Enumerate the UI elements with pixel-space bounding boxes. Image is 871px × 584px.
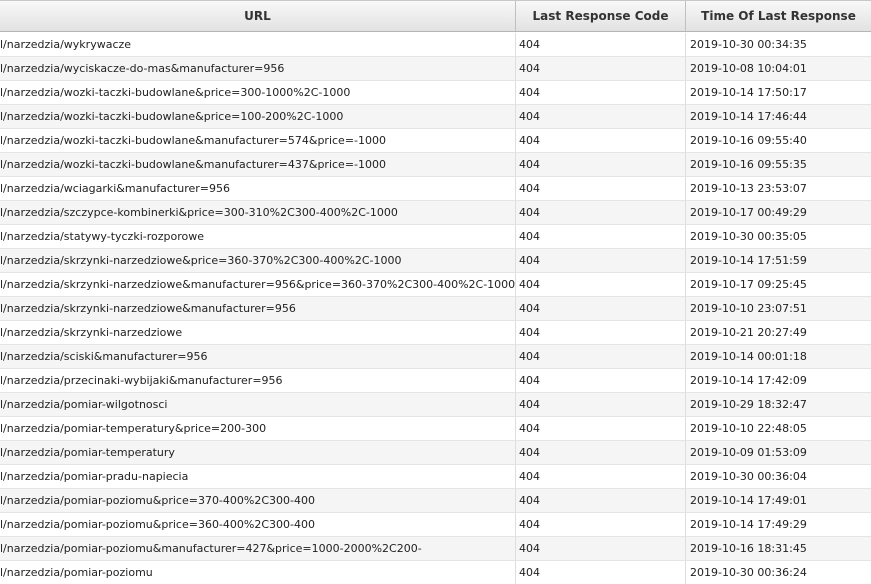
cell-response-code: 404 bbox=[516, 57, 686, 80]
cell-response-time: 2019-10-14 17:49:29 bbox=[690, 518, 807, 531]
cell-response-time: 2019-10-14 17:46:44 bbox=[690, 110, 807, 123]
table-row[interactable]: l/narzedzia/wozki-taczki-budowlane&price… bbox=[0, 81, 871, 105]
cell-url: l/narzedzia/pomiar-poziomu&manufacturer=… bbox=[0, 537, 516, 560]
cell-url: l/narzedzia/pomiar-poziomu bbox=[0, 561, 516, 584]
cell-url: l/narzedzia/skrzynki-narzedziowe&price=3… bbox=[0, 249, 516, 272]
cell-response-code: 404 bbox=[516, 105, 686, 128]
cell-response-code: 404 bbox=[516, 561, 686, 584]
cell-response-time: 2019-10-09 01:53:09 bbox=[690, 446, 807, 459]
cell-response-time: 2019-10-14 17:51:59 bbox=[690, 254, 807, 267]
cell-response-time: 2019-10-16 18:31:45 bbox=[690, 542, 807, 555]
table-header: URL Last Response Code Time Of Last Resp… bbox=[0, 0, 871, 32]
cell-response-time: 2019-10-30 00:36:04 bbox=[690, 470, 807, 483]
cell-response-code: 404 bbox=[516, 225, 686, 248]
cell-url: l/narzedzia/sciski&manufacturer=956 bbox=[0, 345, 516, 368]
cell-response-time: 2019-10-08 10:04:01 bbox=[690, 62, 807, 75]
cell-response-code: 404 bbox=[516, 129, 686, 152]
cell-url: l/narzedzia/pomiar-poziomu&price=360-400… bbox=[0, 513, 516, 536]
cell-response-code: 404 bbox=[516, 321, 686, 344]
table-row[interactable]: l/narzedzia/pomiar-poziomu&price=360-400… bbox=[0, 513, 871, 537]
cell-response-time: 2019-10-14 17:42:09 bbox=[690, 374, 807, 387]
cell-response-time: 2019-10-21 20:27:49 bbox=[690, 326, 807, 339]
cell-url: l/narzedzia/wozki-taczki-budowlane&manuf… bbox=[0, 129, 516, 152]
cell-response-time: 2019-10-30 00:35:05 bbox=[690, 230, 807, 243]
table-row[interactable]: l/narzedzia/pomiar-temperatury&price=200… bbox=[0, 417, 871, 441]
cell-response-time: 2019-10-30 00:36:24 bbox=[690, 566, 807, 579]
column-header-time-of-last-response[interactable]: Time Of Last Response bbox=[686, 1, 871, 31]
cell-url: l/narzedzia/wciagarki&manufacturer=956 bbox=[0, 177, 516, 200]
cell-response-time: 2019-10-10 23:07:51 bbox=[690, 302, 807, 315]
table-row[interactable]: l/narzedzia/skrzynki-narzedziowe&manufac… bbox=[0, 273, 871, 297]
cell-url: l/narzedzia/skrzynki-narzedziowe&manufac… bbox=[0, 297, 516, 320]
cell-url: l/narzedzia/skrzynki-narzedziowe bbox=[0, 321, 516, 344]
cell-response-time: 2019-10-14 17:50:17 bbox=[690, 86, 807, 99]
cell-response-code: 404 bbox=[516, 393, 686, 416]
table-row[interactable]: l/narzedzia/wozki-taczki-budowlane&manuf… bbox=[0, 129, 871, 153]
cell-url: l/narzedzia/wykrywacze bbox=[0, 33, 516, 56]
cell-response-code: 404 bbox=[516, 369, 686, 392]
cell-response-code: 404 bbox=[516, 201, 686, 224]
cell-response-time: 2019-10-14 00:01:18 bbox=[690, 350, 807, 363]
cell-response-time: 2019-10-30 00:34:35 bbox=[690, 38, 807, 51]
cell-response-time: 2019-10-17 00:49:29 bbox=[690, 206, 807, 219]
column-header-url[interactable]: URL bbox=[0, 1, 516, 31]
cell-response-code: 404 bbox=[516, 513, 686, 536]
table-row[interactable]: l/narzedzia/pomiar-wilgotnosci 404 2019-10… bbox=[0, 393, 871, 417]
table-row[interactable]: l/narzedzia/pomiar-pradu-napiecia 404 2019… bbox=[0, 465, 871, 489]
table-body: l/narzedzia/wykrywacze 404 2019-10-30 00:3… bbox=[0, 33, 871, 584]
cell-url: l/narzedzia/skrzynki-narzedziowe&manufac… bbox=[0, 273, 516, 296]
cell-response-code: 404 bbox=[516, 417, 686, 440]
cell-url: l/narzedzia/statywy-tyczki-rozporowe bbox=[0, 225, 516, 248]
cell-response-code: 404 bbox=[516, 177, 686, 200]
cell-url: l/narzedzia/wozki-taczki-budowlane&price… bbox=[0, 105, 516, 128]
cell-response-code: 404 bbox=[516, 273, 686, 296]
cell-url: l/narzedzia/pomiar-wilgotnosci bbox=[0, 393, 516, 416]
cell-url: l/narzedzia/przecinaki-wybijaki&manufact… bbox=[0, 369, 516, 392]
table-row[interactable]: l/narzedzia/pomiar-temperatury 404 2019-10… bbox=[0, 441, 871, 465]
cell-url: l/narzedzia/pomiar-temperatury bbox=[0, 441, 516, 464]
table-row[interactable]: l/narzedzia/pomiar-poziomu&manufacturer=… bbox=[0, 537, 871, 561]
cell-response-time: 2019-10-17 09:25:45 bbox=[690, 278, 807, 291]
cell-response-code: 404 bbox=[516, 489, 686, 512]
cell-response-code: 404 bbox=[516, 81, 686, 104]
table-row[interactable]: l/narzedzia/pomiar-poziomu&price=370-400… bbox=[0, 489, 871, 513]
table-row[interactable]: l/narzedzia/przecinaki-wybijaki&manufact… bbox=[0, 369, 871, 393]
cell-response-time: 2019-10-14 17:49:01 bbox=[690, 494, 807, 507]
table-row[interactable]: l/narzedzia/szczypce-kombinerki&price=30… bbox=[0, 201, 871, 225]
table-row[interactable]: l/narzedzia/pomiar-poziomu 404 2019-10-30 … bbox=[0, 561, 871, 584]
cell-url: l/narzedzia/pomiar-pradu-napiecia bbox=[0, 465, 516, 488]
table-row[interactable]: l/narzedzia/wozki-taczki-budowlane&manuf… bbox=[0, 153, 871, 177]
table-row[interactable]: l/narzedzia/statywy-tyczki-rozporowe 404 2… bbox=[0, 225, 871, 249]
cell-url: l/narzedzia/wyciskacze-do-mas&manufactur… bbox=[0, 57, 516, 80]
table-row[interactable]: l/narzedzia/sciski&manufacturer=956 404 20… bbox=[0, 345, 871, 369]
cell-url: l/narzedzia/pomiar-poziomu&price=370-400… bbox=[0, 489, 516, 512]
column-header-last-response-code[interactable]: Last Response Code bbox=[516, 1, 686, 31]
table-row[interactable]: l/narzedzia/wciagarki&manufacturer=956 40… bbox=[0, 177, 871, 201]
cell-response-time: 2019-10-16 09:55:40 bbox=[690, 134, 807, 147]
cell-response-code: 404 bbox=[516, 153, 686, 176]
table-row[interactable]: l/narzedzia/wozki-taczki-budowlane&price… bbox=[0, 105, 871, 129]
cell-response-time: 2019-10-29 18:32:47 bbox=[690, 398, 807, 411]
cell-response-code: 404 bbox=[516, 465, 686, 488]
cell-response-time: 2019-10-10 22:48:05 bbox=[690, 422, 807, 435]
cell-url: l/narzedzia/pomiar-temperatury&price=200… bbox=[0, 417, 516, 440]
cell-url: l/narzedzia/wozki-taczki-budowlane&price… bbox=[0, 81, 516, 104]
cell-response-code: 404 bbox=[516, 249, 686, 272]
cell-response-code: 404 bbox=[516, 33, 686, 56]
cell-url: l/narzedzia/wozki-taczki-budowlane&manuf… bbox=[0, 153, 516, 176]
cell-response-code: 404 bbox=[516, 441, 686, 464]
table-row[interactable]: l/narzedzia/skrzynki-narzedziowe&price=3… bbox=[0, 249, 871, 273]
cell-response-code: 404 bbox=[516, 345, 686, 368]
cell-response-time: 2019-10-13 23:53:07 bbox=[690, 182, 807, 195]
table-row[interactable]: l/narzedzia/wykrywacze 404 2019-10-30 00:3… bbox=[0, 33, 871, 57]
cell-response-code: 404 bbox=[516, 537, 686, 560]
table-row[interactable]: l/narzedzia/wyciskacze-do-mas&manufactur… bbox=[0, 57, 871, 81]
table-row[interactable]: l/narzedzia/skrzynki-narzedziowe 404 2019-… bbox=[0, 321, 871, 345]
cell-response-time: 2019-10-16 09:55:35 bbox=[690, 158, 807, 171]
table-row[interactable]: l/narzedzia/skrzynki-narzedziowe&manufac… bbox=[0, 297, 871, 321]
cell-url: l/narzedzia/szczypce-kombinerki&price=30… bbox=[0, 201, 516, 224]
cell-response-code: 404 bbox=[516, 297, 686, 320]
results-table: URL Last Response Code Time Of Last Resp… bbox=[0, 0, 871, 584]
